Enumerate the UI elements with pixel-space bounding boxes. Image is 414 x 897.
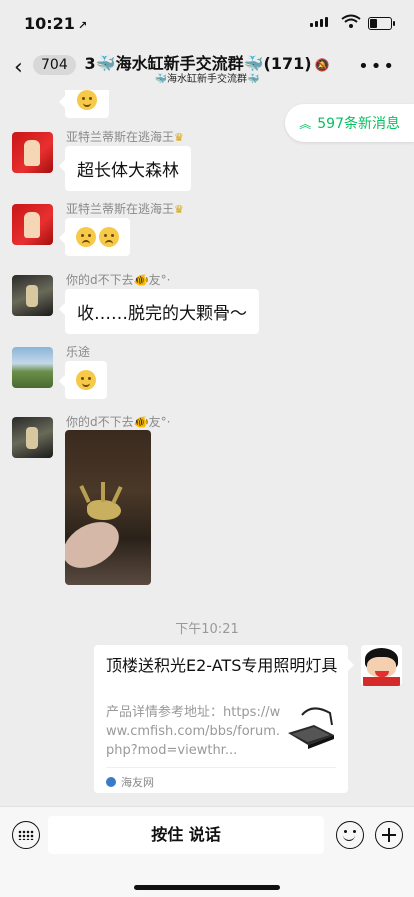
avatar[interactable] [12,204,53,245]
battery-icon [368,17,395,30]
link-card[interactable]: 顶楼送积光E2-ATS专用照明灯具 产品详情参考地址：https://www.c… [94,645,354,793]
status-bar: 10:21 ↗ [0,0,414,46]
frown-emoji-icon [76,227,96,247]
whale-icon: 🐳 [154,74,167,85]
keyboard-icon[interactable] [12,821,40,849]
more-options-button[interactable]: ••• [358,56,396,77]
signal-icon [310,17,328,27]
home-indicator [134,885,280,890]
sender-name: 你的d不下去🐠友°· [66,415,171,429]
whale-icon: 🐳 [247,74,260,85]
crown-icon: ♛ [174,131,184,144]
message-bubble[interactable]: 收……脱完的大颗骨～ [59,289,259,334]
fish-icon: 🐠 [133,415,149,429]
link-card-title: 顶楼送积光E2-ATS专用照明灯具 [106,656,338,675]
message-bubble[interactable] [59,361,107,399]
link-card-description: 产品详情参考地址：https://www.cmfish.com/bbs/foru… [106,705,281,758]
message-bubble[interactable] [59,218,130,256]
avatar[interactable] [12,132,53,173]
message-bubble[interactable] [59,90,109,118]
link-card-source: 海友网 [106,767,336,790]
smile-emoji-icon [76,370,96,390]
my-avatar[interactable] [361,645,402,686]
light-fixture-thumbnail [284,703,338,757]
avatar[interactable] [12,275,53,316]
image-message[interactable] [65,430,151,585]
chat-header: ‹ 704 3🐳海水缸新手交流群🐳(171) 🔕 🐳海水缸新手交流群🐳 ••• [0,46,414,90]
source-logo-icon [106,777,116,787]
fish-icon: 🐠 [133,273,149,287]
frown-emoji-icon [99,227,119,247]
location-icon: ↗ [77,19,88,32]
wifi-icon [341,14,361,28]
avatar[interactable] [12,347,53,388]
sender-name: 你的d不下去🐠友°· [66,273,171,287]
hold-to-talk-button[interactable]: 按住 说话 [48,816,324,854]
double-chevron-up-icon: ︽ [299,116,312,131]
emoji-icon[interactable] [336,821,364,849]
new-messages-button[interactable]: ︽ 597条新消息 [285,104,414,142]
chat-subtitle: 🐳海水缸新手交流群🐳 [154,74,260,85]
sender-name: 亚特兰蒂斯在逃海王♛ [66,202,184,216]
message-bubble[interactable]: 超长体大森林 [59,146,191,191]
avatar[interactable] [12,417,53,458]
status-time: 10:21 ↗ [24,14,88,33]
sender-name: 乐途 [66,345,91,359]
input-bar: 按住 说话 [0,806,414,897]
sender-name: 亚特兰蒂斯在逃海王♛ [66,130,184,144]
crown-icon: ♛ [174,203,184,216]
smile-emoji-icon [77,90,97,110]
message-list[interactable]: 亚特兰蒂斯在逃海王♛ 超长体大森林 亚特兰蒂斯在逃海王♛ 你的d不下去🐠友°· … [0,90,414,806]
message-timestamp: 下午10:21 [175,622,239,637]
plus-icon[interactable] [375,821,403,849]
